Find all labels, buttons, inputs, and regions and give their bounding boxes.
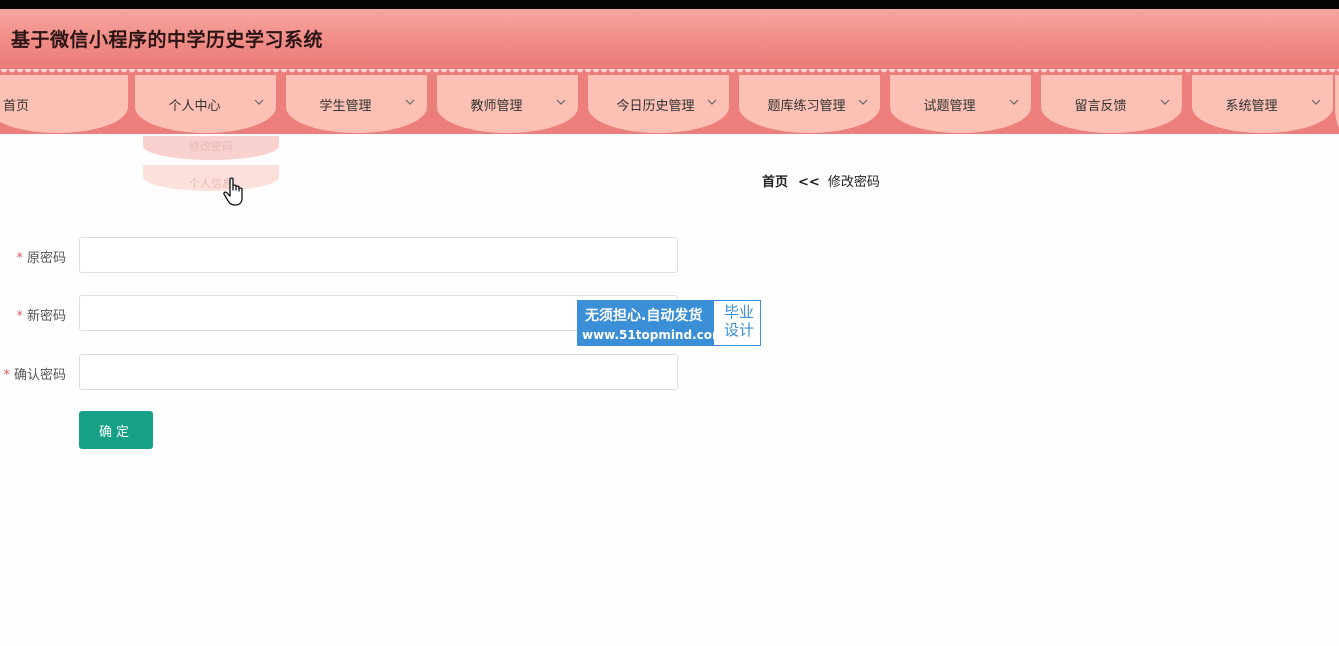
watermark-left-panel: 无须担心.自动发货 www.51topmind.com [578,301,725,345]
chevron-down-icon [858,99,868,105]
hand-pointer-icon [223,177,243,206]
form-row-old-password: * 原密码 [0,237,680,273]
watermark-slogan: 无须担心.自动发货 [585,308,703,324]
old-password-label-text: 原密码 [26,251,66,266]
chevron-down-icon [1009,99,1019,105]
confirm-password-label: * 确认密码 [3,364,66,383]
chevron-down-icon [556,99,566,105]
form-row-confirm-password: * 确认密码 [0,354,680,390]
chevron-down-icon [1311,99,1321,105]
nav-item-system-management[interactable]: 系统管理 [1192,75,1333,133]
nav-item-overflow [1335,75,1339,133]
watermark-url: www.51topmind.com [582,328,725,342]
chevron-down-icon [1160,99,1170,105]
watermark-badge-line2: 设计 [723,321,754,339]
new-password-label-text: 新密码 [26,309,66,324]
required-star: * [16,251,23,266]
nav-item-feedback[interactable]: 留言反馈 [1041,75,1182,133]
nav-item-exam-management[interactable]: 试题管理 [890,75,1031,133]
old-password-input[interactable] [79,237,678,273]
watermark-badge-line1: 毕业 [723,303,754,321]
chevron-down-icon [405,99,415,105]
chevron-down-icon [254,99,264,105]
chevron-down-icon [707,99,717,105]
dropdown-item-personal-info[interactable]: 个人信息 [143,165,279,191]
app-title: 基于微信小程序的中学历史学习系统 [11,29,324,51]
main-nav: 首页 个人中心 学生管理 教师管理 今日历史管理 题库练习管理 试题管理 留言反… [0,69,1339,134]
breadcrumb-home-link[interactable]: 首页 [762,175,788,190]
confirm-password-input[interactable] [79,354,678,390]
nav-item-personal-center[interactable]: 个人中心 [135,75,276,133]
nav-item-home[interactable]: 首页 [0,75,128,133]
new-password-label: * 新密码 [16,305,66,324]
watermark-badge: 无须担心.自动发货 www.51topmind.com 毕业 设计 [577,300,761,346]
nav-item-label: 首页 [3,99,30,114]
required-star: * [16,309,23,324]
window-top-bar [0,0,1339,9]
required-star: * [3,368,10,383]
breadcrumb-separator: << [798,175,820,190]
old-password-label: * 原密码 [16,247,66,266]
nav-item-student-management[interactable]: 学生管理 [286,75,427,133]
confirm-password-label-text: 确认密码 [13,368,66,383]
app-header: 基于微信小程序的中学历史学习系统 [0,9,1339,69]
watermark-right-panel: 毕业 设计 [719,303,759,339]
dropdown-item-change-password[interactable]: 修改密码 [143,136,279,160]
submit-button[interactable]: 确定 [79,411,153,449]
nav-item-today-history-management[interactable]: 今日历史管理 [588,75,729,133]
breadcrumb: 首页 << 修改密码 [762,171,880,190]
breadcrumb-current: 修改密码 [827,175,880,190]
nav-item-teacher-management[interactable]: 教师管理 [437,75,578,133]
nav-item-question-bank-management[interactable]: 题库练习管理 [739,75,880,133]
